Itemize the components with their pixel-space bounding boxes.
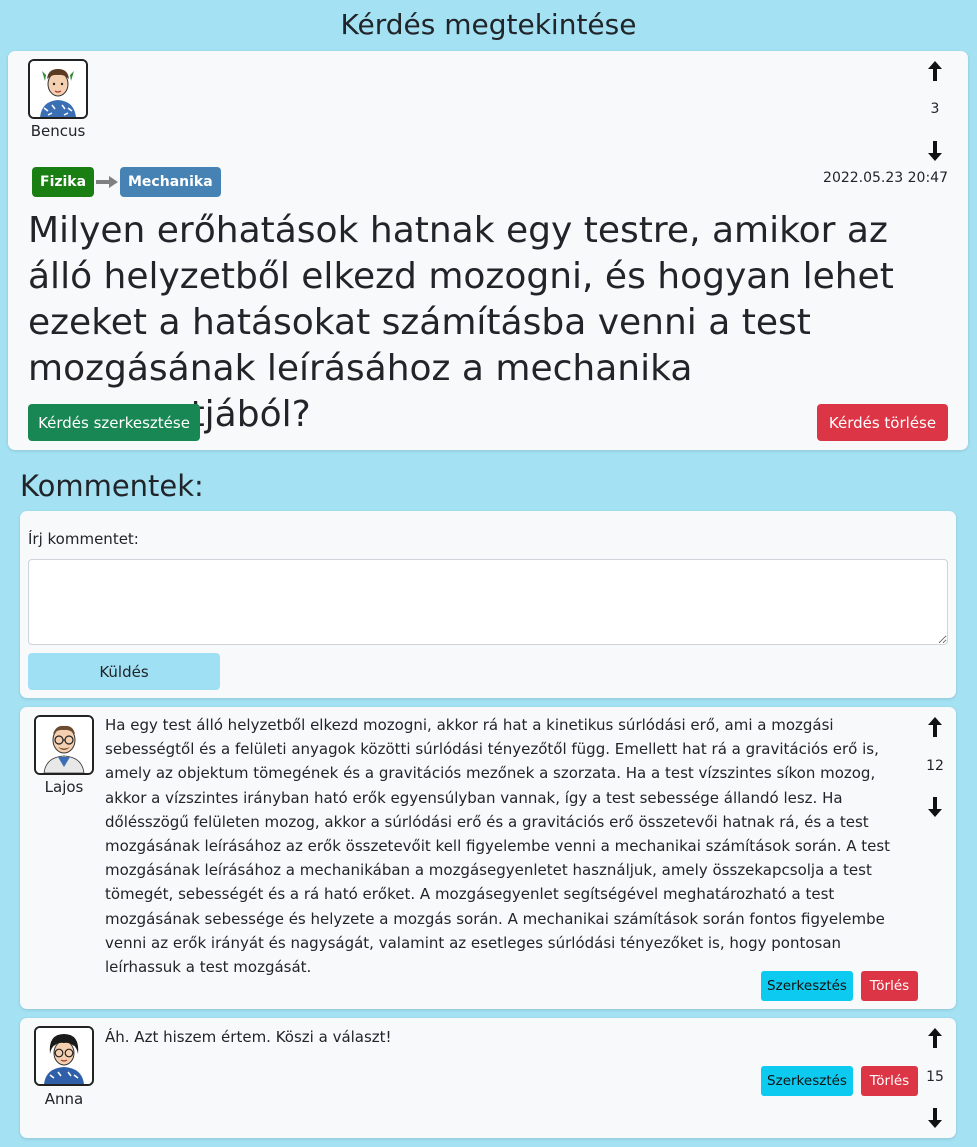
question-date: 2022.05.23 20:47 <box>823 170 948 186</box>
question-card: Bencus 3 Fizika Mechanika 2022.05.23 20:… <box>8 51 968 450</box>
vote-count: 3 <box>930 101 940 117</box>
arrow-down-icon[interactable] <box>926 1107 944 1129</box>
avatar <box>28 59 88 119</box>
comment-text: Ha egy test álló helyzetből elkezd mozog… <box>105 716 891 977</box>
author-name: Lajos <box>44 778 84 796</box>
arrow-right-icon <box>96 176 118 188</box>
comment-label: Írj kommentet: <box>28 530 139 548</box>
tag-mechanika[interactable]: Mechanika <box>120 167 221 197</box>
comment-input[interactable] <box>28 559 948 645</box>
edit-comment-button[interactable]: Szerkesztés <box>761 1066 853 1096</box>
arrow-up-icon[interactable] <box>926 716 944 738</box>
arrow-up-icon[interactable] <box>926 1027 944 1049</box>
comment-text: Áh. Azt hiszem értem. Köszi a választ! <box>105 1028 392 1046</box>
delete-comment-button[interactable]: Törlés <box>861 971 918 1001</box>
vote-count: 12 <box>926 758 944 774</box>
user-avatar-icon <box>36 717 92 773</box>
delete-question-button[interactable]: Kérdés törlése <box>817 404 948 441</box>
user-avatar-icon <box>36 1028 92 1084</box>
arrow-down-icon[interactable] <box>926 140 944 162</box>
comment-form-card: Írj kommentet: Küldés <box>20 511 956 698</box>
vote-count: 15 <box>926 1069 944 1085</box>
submit-comment-button[interactable]: Küldés <box>28 653 220 690</box>
page-title: Kérdés megtekintése <box>340 8 637 41</box>
edit-comment-button[interactable]: Szerkesztés <box>761 971 853 1001</box>
avatar <box>34 715 94 775</box>
arrow-up-icon[interactable] <box>926 60 944 82</box>
tag-fizika[interactable]: Fizika <box>32 167 95 197</box>
user-avatar-icon <box>30 61 86 117</box>
edit-question-button[interactable]: Kérdés szerkesztése <box>28 404 200 441</box>
comments-heading: Kommentek: <box>20 469 204 503</box>
avatar <box>34 1026 94 1086</box>
arrow-down-icon[interactable] <box>926 796 944 818</box>
delete-comment-button[interactable]: Törlés <box>861 1066 918 1096</box>
author-name: Anna <box>44 1090 84 1108</box>
comment-card: Lajos Ha egy test álló helyzetből elkezd… <box>20 707 956 1009</box>
comment-card: Anna Áh. Azt hiszem értem. Köszi a válas… <box>20 1018 956 1138</box>
author-name: Bencus <box>30 122 86 140</box>
